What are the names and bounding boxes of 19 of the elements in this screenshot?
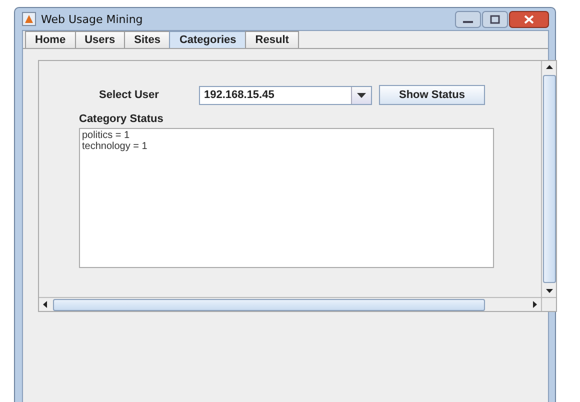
tab[interactable]: Categories <box>169 31 246 48</box>
select-user-label: Select User <box>98 89 160 101</box>
maximize-icon[interactable] <box>482 10 508 28</box>
close-icon[interactable] <box>509 10 549 28</box>
tab[interactable]: Users <box>74 31 126 48</box>
status-line: politics = 1 <box>82 130 131 141</box>
tab[interactable]: Home <box>25 31 76 48</box>
vertical-scrollbar[interactable] <box>541 61 556 297</box>
status-line: technology = 1 <box>82 141 148 152</box>
tab[interactable]: Result <box>245 31 299 48</box>
show-status-button[interactable]: Show Status <box>379 85 485 105</box>
category-status-textarea[interactable]: politics = 1 technology = 1 <box>79 128 494 268</box>
user-dropdown[interactable]: 192.168.15.45 <box>199 86 372 104</box>
dropdown-arrow-icon <box>357 92 366 98</box>
app-icon <box>22 12 36 26</box>
window-title: Web Usage Mining <box>41 12 143 26</box>
minimize-icon[interactable] <box>455 10 481 28</box>
category-status-label: Category Status <box>79 113 164 125</box>
tab[interactable]: Sites <box>124 31 170 48</box>
